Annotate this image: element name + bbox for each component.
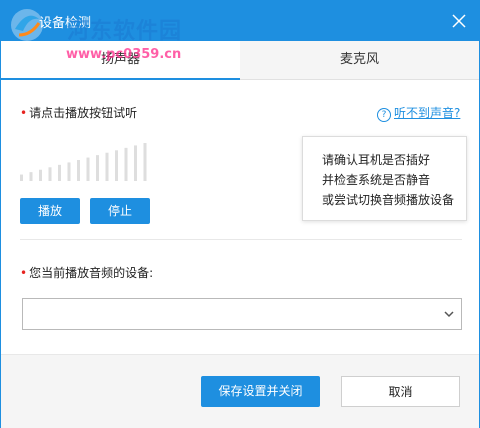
volume-meter-bar (48, 167, 52, 181)
tab-microphone[interactable]: 麦克风 (240, 41, 479, 79)
volume-meter-bar (86, 157, 90, 181)
help-link-text: 听不到声音? (394, 106, 461, 120)
volume-meter-bar (134, 145, 137, 181)
volume-meter-bar (20, 174, 23, 181)
audio-device-select[interactable] (22, 298, 462, 330)
volume-meter (20, 143, 147, 181)
volume-meter-bar (143, 143, 147, 181)
required-marker: • (20, 266, 28, 280)
volume-meter-bar (124, 147, 128, 181)
cancel-button[interactable]: 取消 (341, 376, 460, 407)
device-label: • 您当前播放音频的设备: (20, 264, 153, 281)
cannot-hear-help-link[interactable]: ? 听不到声音? (377, 104, 460, 122)
tooltip-line-2: 并检查系统是否静音 (322, 173, 431, 187)
tooltip-line-1: 请确认耳机是否插好 (322, 153, 431, 167)
volume-meter-bar (39, 169, 42, 181)
close-icon[interactable] (451, 13, 467, 29)
section-divider (20, 239, 462, 240)
volume-meter-bar (67, 162, 71, 181)
device-check-dialog: 设备检测 河东软件园 扬声器 麦克风 www.pc0359.cn • 请点击播放按… (0, 0, 480, 428)
tooltip-line-3: 或尝试切换音频播放设备 (322, 193, 455, 207)
chevron-down-icon (444, 311, 454, 318)
volume-meter-bar (96, 155, 99, 181)
volume-meter-bar (58, 164, 61, 181)
help-tooltip: 请确认耳机是否插好 并检查系统是否静音 或尝试切换音频播放设备 (302, 136, 467, 221)
required-marker: • (20, 106, 28, 120)
volume-meter-bar (77, 160, 80, 181)
volume-meter-bar (115, 150, 118, 181)
play-prompt-label: • 请点击播放按钮试听 (20, 104, 137, 121)
play-prompt-text: 请点击播放按钮试听 (29, 106, 138, 120)
stop-button[interactable]: 停止 (90, 198, 150, 224)
play-button[interactable]: 播放 (20, 198, 80, 224)
watermark-url: www.pc0359.cn (66, 47, 182, 62)
volume-meter-bar (105, 152, 109, 181)
save-and-close-button[interactable]: 保存设置并关闭 (201, 376, 320, 407)
device-label-text: 您当前播放音频的设备: (29, 266, 154, 280)
question-icon: ? (377, 108, 391, 122)
volume-meter-bar (29, 172, 33, 181)
